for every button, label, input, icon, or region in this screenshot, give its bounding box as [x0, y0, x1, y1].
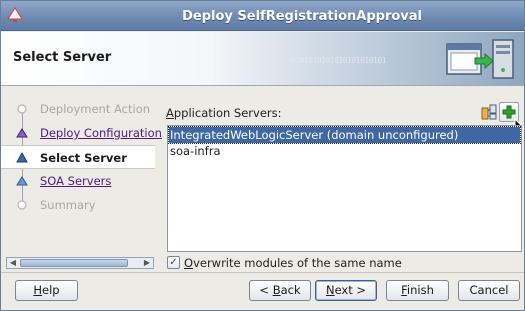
wizard-header: Select Server 0101010101010101010101 [1, 32, 524, 86]
nav-horizontal-scrollbar[interactable]: ◀ ▶ [6, 257, 154, 269]
nav-item-select-server[interactable]: Select Server [1, 145, 155, 169]
nav-item-summary: Summary [1, 193, 155, 217]
application-servers-label: Application Servers: [166, 106, 282, 120]
footer-divider [1, 272, 524, 273]
back-button[interactable]: < Back [249, 280, 311, 301]
deploy-dialog: Deploy SelfRegistrationApproval Select S… [0, 0, 525, 311]
nav-item-label: Deploy Configuration [40, 126, 162, 140]
step-disabled-icon [17, 104, 27, 114]
header-binary-decoration: 0101010101010101010101 [291, 56, 386, 65]
overwrite-modules-label[interactable]: Overwrite modules of the same name [184, 256, 402, 270]
list-item-soa-infra[interactable]: soa-infra [169, 143, 520, 159]
step-current-icon [16, 151, 28, 163]
step-disabled-icon [17, 200, 27, 210]
cancel-button[interactable]: Cancel [458, 280, 520, 301]
nav-item-label: Deployment Action [40, 102, 151, 116]
next-button[interactable]: Next > [315, 280, 377, 301]
nav-item-label: Select Server [40, 151, 127, 165]
nav-item-deployment-action: Deployment Action [1, 97, 155, 121]
nav-item-deploy-configuration[interactable]: Deploy Configuration [1, 121, 162, 145]
nav-item-label: Summary [40, 198, 96, 212]
help-button[interactable]: Help [15, 280, 78, 301]
nav-item-soa-servers[interactable]: SOA Servers [1, 169, 155, 193]
scrollbar-thumb[interactable] [20, 259, 128, 267]
server-deploy-icon [446, 39, 514, 79]
scroll-left-icon[interactable]: ◀ [7, 258, 19, 268]
title-bar: Deploy SelfRegistrationApproval [1, 1, 524, 31]
window-title: Deploy SelfRegistrationApproval [182, 9, 422, 24]
application-servers-list[interactable]: IntegratedWebLogicServer (domain unconfi… [167, 125, 522, 252]
step-visited-icon [16, 128, 28, 138]
overwrite-modules-checkbox[interactable]: ✓ [167, 256, 180, 269]
finish-button[interactable]: Finish [386, 280, 449, 301]
step-pending-icon [16, 176, 28, 186]
list-item-integrated-weblogic-server[interactable]: IntegratedWebLogicServer (domain unconfi… [168, 126, 521, 144]
page-title: Select Server [13, 50, 112, 65]
nav-item-label: SOA Servers [40, 174, 112, 188]
server-config-icon[interactable] [479, 102, 499, 122]
wizard-navigation: Deployment Action Deploy Configuration S… [1, 97, 162, 271]
scroll-right-icon[interactable]: ▶ [141, 258, 153, 268]
main-content: Application Servers: IntegratedWebLogicS… [158, 87, 525, 271]
